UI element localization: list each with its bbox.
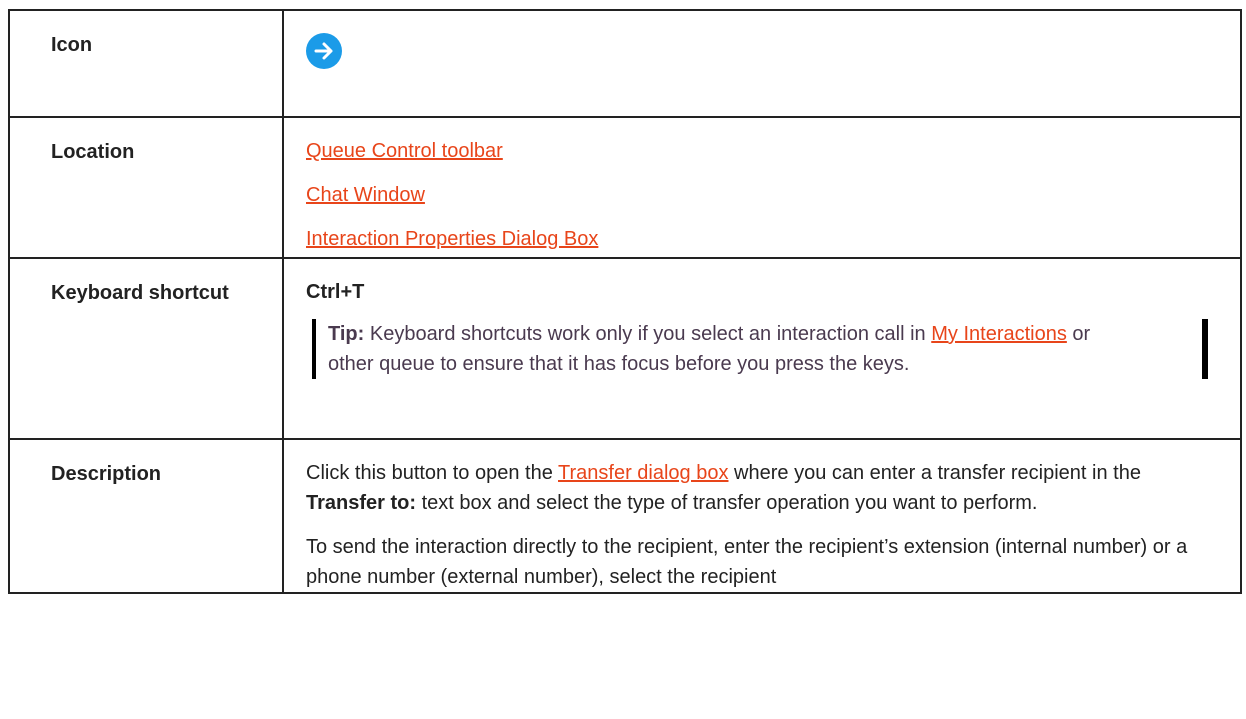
desc-text-3: text box and select the type of transfer…	[416, 492, 1038, 514]
row-header-location: Location	[8, 116, 284, 259]
keyboard-shortcut-row: Keyboard shortcut Ctrl+T Tip: Keyboard s…	[8, 257, 1242, 440]
chat-window-link[interactable]: Chat Window	[306, 184, 425, 206]
tip-text-start: Keyboard shortcuts work only if you sele…	[364, 323, 932, 345]
shortcut-key: Ctrl+T	[306, 281, 365, 303]
description-row: Description Click this button to open th…	[8, 438, 1242, 594]
my-interactions-link[interactable]: My Interactions	[931, 323, 1067, 345]
tip-box: Tip: Keyboard shortcuts work only if you…	[312, 319, 1208, 379]
description-paragraph-1: Click this button to open the Transfer d…	[306, 458, 1216, 518]
row-header-description: Description	[8, 438, 284, 594]
transfer-to-label: Transfer to:	[306, 492, 417, 514]
transfer-dialog-link[interactable]: Transfer dialog box	[558, 462, 728, 484]
icon-row: Icon	[8, 9, 1242, 118]
description-cell: Click this button to open the Transfer d…	[282, 438, 1242, 594]
arrow-right-circle-icon	[306, 33, 342, 69]
description-paragraph-2: To send the interaction directly to the …	[306, 536, 1188, 588]
icon-cell	[282, 9, 1242, 118]
row-header-icon: Icon	[8, 9, 284, 118]
interaction-properties-link[interactable]: Interaction Properties Dialog Box	[306, 228, 598, 250]
keyboard-shortcut-cell: Ctrl+T Tip: Keyboard shortcuts work only…	[282, 257, 1242, 440]
button-reference-table: Icon Location Queue Control toolbar Chat…	[8, 9, 1242, 594]
desc-text-2: where you can enter a transfer recipient…	[728, 462, 1141, 484]
location-row: Location Queue Control toolbar Chat Wind…	[8, 116, 1242, 259]
row-header-keyboard-shortcut: Keyboard shortcut	[8, 257, 284, 440]
queue-control-toolbar-link[interactable]: Queue Control toolbar	[306, 140, 503, 162]
tip-label: Tip:	[328, 323, 365, 345]
desc-text-1: Click this button to open the	[306, 462, 559, 484]
location-cell: Queue Control toolbar Chat Window Intera…	[282, 116, 1242, 259]
